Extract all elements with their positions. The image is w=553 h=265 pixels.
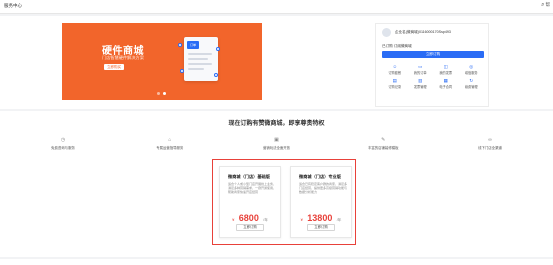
feature-label: 营销玩法全面开放 [262, 146, 291, 150]
plan-name: 微商城（门店）基础版 [228, 174, 270, 179]
node-dot-icon [216, 47, 220, 51]
contract-icon: ▦ [443, 78, 448, 83]
price-unit: /年 [336, 218, 342, 222]
gift-icon: ▣ [274, 137, 279, 143]
price-currency: ¥ [232, 217, 235, 222]
shortcut-item[interactable]: ◎ 增值服务 [459, 64, 485, 75]
current-plan: 已订购 订阅微商城 [382, 44, 412, 48]
banner-subline: 门店智慧硬件解决方案 [102, 55, 144, 60]
shortcut-label: 续费管理 [464, 85, 478, 89]
order-pro-button[interactable]: 立即订购 [307, 224, 335, 231]
doc-line [188, 53, 212, 55]
clock-icon: ◷ [60, 137, 66, 143]
shortcut-label: 电子合同 [439, 85, 453, 89]
bottom-strip [0, 259, 553, 265]
plan-description: 适合已有稳定客户群的商家，满足多门店经营，提供更多高级营销功能与数据分析能力 [299, 182, 348, 194]
shortcut-item[interactable]: ◫ 我的发票 [433, 64, 459, 75]
doc-line [188, 63, 212, 65]
doc-line [188, 58, 208, 60]
shortcut-item[interactable]: ▤ 订购记录 [382, 78, 408, 89]
feature-label: 线下门店全渠道 [478, 146, 502, 150]
shortcut-label: 订购记录 [388, 85, 402, 89]
feature-item: ◷ 免费咨询与服务 [20, 137, 106, 150]
bag-icon: ◫ [443, 64, 448, 69]
help-label: 帮 [545, 2, 551, 7]
feature-item: ⌂ 专属运营指导服务 [127, 137, 213, 150]
edit-icon: ✎ [381, 137, 386, 143]
feature-label: 丰富的店铺装修模板 [367, 146, 399, 150]
feature-item: ∞ 线下门店全渠道 [447, 137, 533, 150]
carousel-dot-active[interactable] [163, 92, 166, 95]
section-title: 现在订购有赞微商城，即享尊贵特权 [228, 121, 325, 127]
price-amount: 13800 [307, 213, 333, 223]
avatar [382, 28, 391, 37]
account-name: 企业名(微商城)0116000170Ssp493 [395, 30, 451, 34]
order-now-button[interactable]: 立即订购 [382, 51, 484, 58]
shortcut-item[interactable]: ☺ 订购套餐 [382, 64, 408, 75]
shortcut-grid: ☺ 订购套餐 ▭ 我的订单 ◫ 我的发票 ◎ 增值服务 ▤ 订购记录 ▥ 发票管… [382, 64, 484, 89]
account-card: 企业名(微商城)0116000170Ssp493 已订购 订阅微商城 立即订购 … [375, 23, 489, 107]
shortcut-item[interactable]: ▭ 我的订单 [408, 64, 434, 75]
feature-label: 专属运营指导服务 [156, 146, 184, 150]
shortcut-item[interactable]: ▦ 电子合同 [433, 78, 459, 89]
page-title: 服务中心 [4, 3, 22, 8]
plan-card-basic: 微商城（门店）基础版 适合个人或小型门店开展线上业务，满足多种营销需求，一键开通… [219, 166, 281, 238]
feature-item: ✎ 丰富的店铺装修模板 [340, 137, 426, 150]
shortcut-label: 我的订单 [413, 71, 427, 75]
search-icon[interactable]: ⌕ [541, 2, 544, 8]
order-document-illustration: 订单 [184, 37, 218, 81]
plan-card-pro: 微商城（门店）专业版 适合已有稳定客户群的商家，满足多门店经营，提供更多高级营销… [290, 166, 352, 238]
price-currency: ¥ [300, 217, 303, 222]
plan-description: 适合个人或小型门店开展线上业务，满足多种营销需求，一键开通使用，帮助商家快速开店… [228, 182, 277, 194]
shop-icon: ⌂ [168, 137, 172, 143]
shortcut-label: 订购套餐 [388, 71, 402, 75]
node-dot-icon [214, 73, 218, 77]
price-amount: 6800 [238, 213, 259, 223]
invoice-icon: ▥ [418, 78, 423, 83]
shortcut-label: 发票管理 [413, 85, 427, 89]
service-icon: ◎ [469, 64, 474, 69]
shortcut-label: 我的发票 [439, 71, 453, 75]
price-unit: /年 [263, 218, 268, 222]
feature-list: ◷ 免费咨询与服务 ⌂ 专属运营指导服务 ▣ 营销玩法全面开放 ✎ 丰富的店铺装… [20, 137, 533, 150]
doc-line [188, 68, 204, 70]
shortcut-label: 增值服务 [464, 71, 478, 75]
top-bar: 服务中心 ⌕ 帮 [0, 0, 553, 14]
carousel-dot[interactable] [157, 92, 160, 95]
shortcut-item[interactable]: ▥ 发票管理 [408, 78, 434, 89]
renew-icon: ↻ [469, 78, 474, 83]
feature-item: ▣ 营销玩法全面开放 [234, 137, 320, 150]
promo-banner[interactable]: 硬件商城 门店智慧硬件解决方案 立即购买 订单 [62, 23, 262, 100]
feature-label: 免费咨询与服务 [51, 146, 75, 150]
link-icon: ∞ [488, 137, 492, 143]
plan-name: 微商城（门店）专业版 [299, 174, 341, 179]
doc-icon: ▤ [392, 78, 397, 83]
users-icon: ☺ [392, 64, 398, 69]
carousel-dots [157, 92, 166, 95]
order-basic-button[interactable]: 立即订购 [236, 224, 264, 231]
card-icon: ▭ [418, 64, 423, 69]
banner-buy-button[interactable]: 立即购买 [104, 64, 124, 70]
shortcut-item[interactable]: ↻ 续费管理 [459, 78, 485, 89]
doc-tag: 订单 [187, 41, 199, 49]
node-dot-icon [180, 69, 184, 73]
topbar-help[interactable]: ⌕ 帮 [541, 2, 550, 8]
node-dot-icon [178, 43, 182, 47]
